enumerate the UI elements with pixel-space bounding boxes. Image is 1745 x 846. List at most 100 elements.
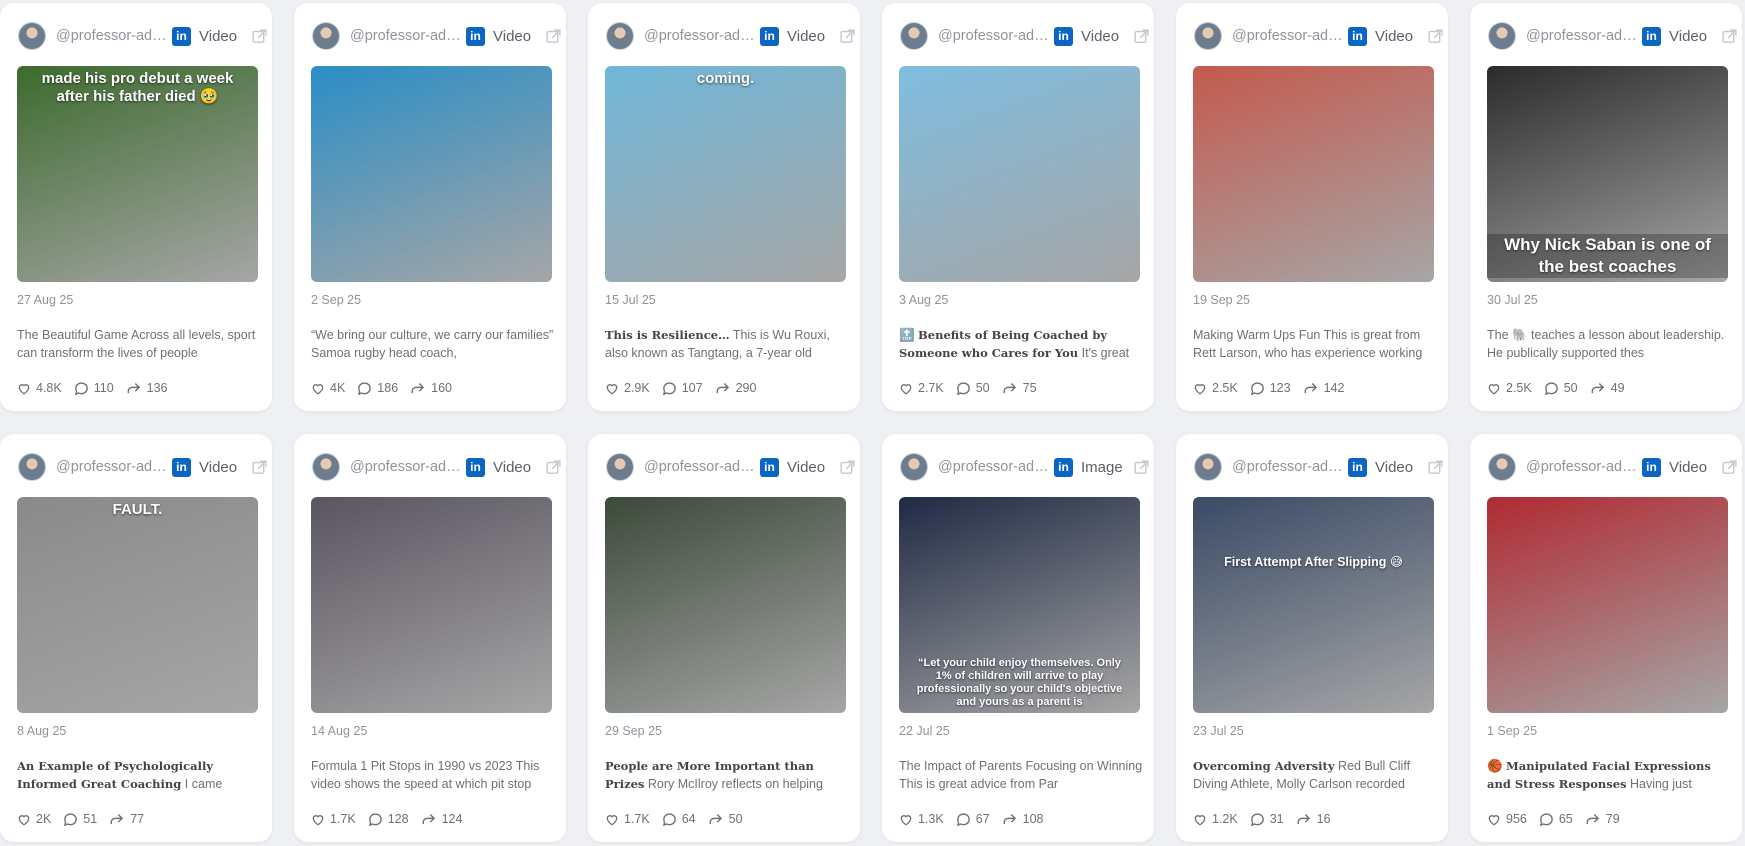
- author-handle[interactable]: @professor-adam-nicholls: [1232, 28, 1344, 44]
- golfer-portrait-thumbnail[interactable]: [605, 497, 846, 713]
- emoji-prefix: 🔝: [899, 328, 919, 342]
- post-card[interactable]: @professor-adam-nicholls in Video 19 Sep…: [1176, 3, 1448, 411]
- comments-stat: 31: [1250, 812, 1284, 826]
- external-link-icon[interactable]: [1425, 26, 1445, 46]
- likes-count: 4.8K: [36, 381, 62, 395]
- reposts-stat: 142: [1303, 381, 1344, 395]
- thumbnail-caption: made his pro debut a week after his fath…: [41, 70, 234, 105]
- author-handle[interactable]: @professor-adam-nicholls: [350, 28, 462, 44]
- post-card[interactable]: @professor-adam-nicholls in Image “Let y…: [882, 434, 1154, 842]
- avatar: [606, 453, 634, 481]
- external-link-icon[interactable]: [1131, 457, 1151, 477]
- thumbnail-caption: Why Nick Saban is one of the best coache…: [1487, 234, 1728, 278]
- post-card[interactable]: @professor-adam-nicholls in Video 1 Sep …: [1470, 434, 1742, 842]
- external-link-icon[interactable]: [543, 457, 563, 477]
- likes-count: 1.7K: [624, 812, 650, 826]
- likes-stat: 956: [1487, 812, 1527, 826]
- reposts-count: 49: [1610, 381, 1625, 395]
- post-description: Overcoming Adversity Red Bull Cliff Divi…: [1193, 757, 1437, 793]
- external-link-icon[interactable]: [249, 457, 269, 477]
- engagement-stats: 4K 186 160: [311, 381, 464, 395]
- author-handle[interactable]: @professor-adam-nicholls: [938, 28, 1050, 44]
- post-date: 3 Aug 25: [899, 293, 949, 307]
- external-link-icon[interactable]: [1131, 26, 1151, 46]
- card-header: @professor-adam-nicholls in Video: [1194, 452, 1443, 482]
- basketball-coach-thumbnail[interactable]: FAULT.: [17, 497, 258, 713]
- likes-count: 4K: [330, 381, 346, 395]
- skating-race-thumbnail[interactable]: coming.: [605, 66, 846, 282]
- football-match-thumbnail[interactable]: made his pro debut a week after his fath…: [17, 66, 258, 282]
- linkedin-icon: in: [1348, 26, 1367, 46]
- engagement-stats: 2.9K 107 290: [605, 381, 768, 395]
- card-header: @professor-adam-nicholls in Video: [1488, 21, 1737, 51]
- post-card[interactable]: @professor-adam-nicholls in Video Why Ni…: [1470, 3, 1742, 411]
- author-handle[interactable]: @professor-adam-nicholls: [938, 459, 1050, 475]
- media-type-label: Video: [787, 458, 826, 476]
- reposts-count: 75: [1022, 381, 1037, 395]
- post-description: 🏀 Manipulated Facial Expressions and Str…: [1487, 757, 1731, 793]
- comments-stat: 65: [1539, 812, 1573, 826]
- volleyball-court-thumbnail[interactable]: [1193, 66, 1434, 282]
- likes-stat: 2K: [17, 812, 51, 826]
- cliff-diving-thumbnail[interactable]: First Attempt After Slipping 😅: [1193, 497, 1434, 713]
- post-text: The 🐘 teaches a lesson about leadership.…: [1487, 328, 1725, 360]
- post-date: 30 Jul 25: [1487, 293, 1538, 307]
- external-link-icon[interactable]: [1719, 26, 1739, 46]
- post-headline: Benefits of Being Coached by Someone who…: [899, 328, 1108, 360]
- media-type-label: Video: [199, 458, 238, 476]
- engagement-stats: 1.3K 67 108: [899, 812, 1055, 826]
- reposts-stat: 77: [109, 812, 144, 826]
- author-handle[interactable]: @professor-adam-nicholls: [56, 28, 168, 44]
- post-text: Formula 1 Pit Stops in 1990 vs 2023 This…: [311, 759, 540, 791]
- media-type-label: Video: [1669, 27, 1708, 45]
- external-link-icon[interactable]: [837, 457, 857, 477]
- post-card[interactable]: @professor-adam-nicholls in Video coming…: [588, 3, 860, 411]
- external-link-icon[interactable]: [837, 26, 857, 46]
- post-date: 8 Aug 25: [17, 724, 67, 738]
- author-handle[interactable]: @professor-adam-nicholls: [350, 459, 462, 475]
- media-type-label: Image: [1081, 458, 1123, 476]
- avatar: [312, 22, 340, 50]
- media-type-label: Video: [1669, 458, 1708, 476]
- gymnastics-thumbnail[interactable]: [899, 66, 1140, 282]
- card-header: @professor-adam-nicholls in Video: [312, 21, 561, 51]
- external-link-icon[interactable]: [1719, 457, 1739, 477]
- linkedin-icon: in: [1054, 457, 1073, 477]
- post-description: Making Warm Ups Fun This is great from R…: [1193, 326, 1437, 362]
- author-handle[interactable]: @professor-adam-nicholls: [1232, 459, 1344, 475]
- post-card[interactable]: @professor-adam-nicholls in Video made h…: [0, 3, 272, 411]
- football-coach-quote-thumbnail[interactable]: “Let your child enjoy themselves. Only 1…: [899, 497, 1140, 713]
- post-card[interactable]: @professor-adam-nicholls in Video FAULT.…: [0, 434, 272, 842]
- post-text: Making Warm Ups Fun This is great from R…: [1193, 328, 1423, 360]
- comments-stat: 50: [956, 381, 990, 395]
- championship-presser-thumbnail[interactable]: Why Nick Saban is one of the best coache…: [1487, 66, 1728, 282]
- post-date: 1 Sep 25: [1487, 724, 1538, 738]
- external-link-icon[interactable]: [249, 26, 269, 46]
- author-handle[interactable]: @professor-adam-nicholls: [644, 459, 756, 475]
- author-handle[interactable]: @professor-adam-nicholls: [1526, 28, 1638, 44]
- external-link-icon[interactable]: [543, 26, 563, 46]
- author-handle[interactable]: @professor-adam-nicholls: [1526, 459, 1638, 475]
- author-handle[interactable]: @professor-adam-nicholls: [644, 28, 756, 44]
- author-handle[interactable]: @professor-adam-nicholls: [56, 459, 168, 475]
- post-card[interactable]: @professor-adam-nicholls in Video 29 Sep…: [588, 434, 860, 842]
- likes-count: 2K: [36, 812, 52, 826]
- avatar: [900, 453, 928, 481]
- post-card[interactable]: @professor-adam-nicholls in Video 2 Sep …: [294, 3, 566, 411]
- likes-stat: 1.2K: [1193, 812, 1238, 826]
- engagement-stats: 1.2K 31 16: [1193, 812, 1343, 826]
- post-card[interactable]: @professor-adam-nicholls in Video 3 Aug …: [882, 3, 1154, 411]
- post-card[interactable]: @professor-adam-nicholls in Video First …: [1176, 434, 1448, 842]
- post-card[interactable]: @professor-adam-nicholls in Video 14 Aug…: [294, 434, 566, 842]
- reposts-stat: 124: [421, 812, 462, 826]
- external-link-icon[interactable]: [1425, 457, 1445, 477]
- post-description: This is Resilience… This is Wu Rouxi, al…: [605, 326, 849, 362]
- likes-count: 2.5K: [1506, 381, 1532, 395]
- reposts-count: 136: [146, 381, 168, 395]
- pit-stop-thumbnail[interactable]: [311, 497, 552, 713]
- press-conference-thumbnail[interactable]: [311, 66, 552, 282]
- thumbnail-caption: First Attempt After Slipping 😅: [1224, 555, 1403, 569]
- comments-count: 110: [93, 381, 114, 395]
- likes-stat: 4K: [311, 381, 345, 395]
- basketball-player-thumbnail[interactable]: [1487, 497, 1728, 713]
